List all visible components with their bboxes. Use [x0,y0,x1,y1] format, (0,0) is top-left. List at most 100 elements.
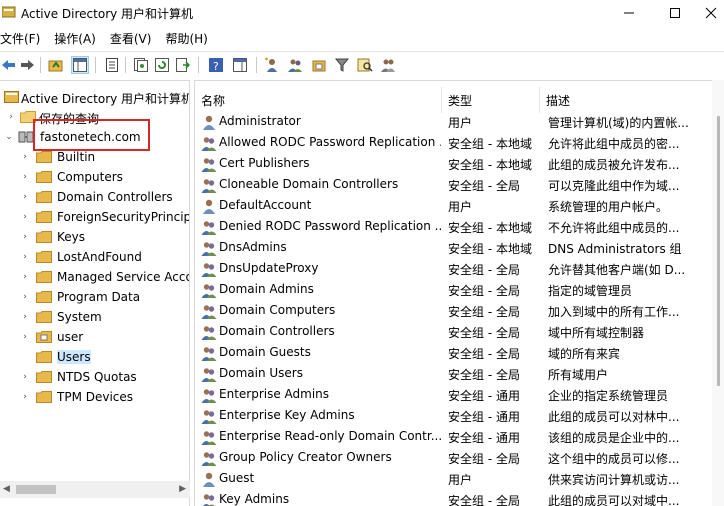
expand-arrow-icon[interactable]: › [20,231,30,243]
list-item[interactable]: Enterprise Read-only Domain Contr... 安全组 … [195,426,724,447]
new-group-button[interactable] [286,56,304,74]
expand-arrow-icon[interactable]: › [20,311,30,323]
tree-item-domain-controllers[interactable]: › Domain Controllers [0,187,189,207]
list-item-name: Domain Controllers [219,324,335,338]
list-item[interactable]: Domain Admins 安全组 - 全局 指定的域管理员 [195,279,724,300]
expand-arrow-icon[interactable]: › [20,211,30,223]
help-icon: ? [209,58,223,72]
list-item[interactable]: Enterprise Admins 安全组 - 通用 企业的指定系统管理员 [195,384,724,405]
tree-item-ntds-quotas[interactable]: › NTDS Quotas [0,367,189,387]
scroll-left-icon[interactable]: ◀ [3,484,10,494]
app-icon [2,6,16,18]
list-item[interactable]: Domain Users 安全组 - 全局 所有域用户 [195,363,724,384]
folder-icon [36,311,52,323]
menu-view[interactable]: 查看(V) [110,30,152,47]
menu-help[interactable]: 帮助(H) [165,30,207,47]
list-item-type: 安全组 - 本地域 [448,158,532,172]
tree-item-program-data[interactable]: › Program Data [0,287,189,307]
scroll-right-icon[interactable]: ▶ [179,484,186,494]
tree-item-system[interactable]: › System [0,307,189,327]
new-ou-button[interactable] [310,56,328,74]
expand-arrow-icon[interactable] [20,351,30,363]
filter-button[interactable] [333,56,351,74]
list-item-name: Domain Users [219,366,303,380]
maximize-button[interactable] [652,0,698,26]
forward-button[interactable] [18,56,36,74]
add-to-group-button[interactable] [379,56,397,74]
list-item[interactable]: Group Policy Creator Owners 安全组 - 全局 这个组中的… [195,447,724,468]
tree-item-foreignsecurityprincipa[interactable]: › ForeignSecurityPrincipa [0,207,189,227]
expand-arrow-icon[interactable]: › [20,371,30,383]
list-item-name: Allowed RODC Password Replication ... [219,135,441,149]
tree-item-computers[interactable]: › Computers [0,167,189,187]
tree-item-tpm-devices[interactable]: › TPM Devices [0,387,189,407]
expand-arrow-icon[interactable]: › [20,271,30,283]
console-tree-button[interactable] [71,56,89,74]
list-item[interactable]: Domain Controllers 安全组 - 全局 域中所有域控制器 [195,321,724,342]
expand-arrow-icon[interactable]: › [6,111,16,123]
minimize-button[interactable] [606,0,652,26]
folder-icon [36,391,52,403]
expand-arrow-icon[interactable]: › [20,151,30,163]
scroll-thumb[interactable] [717,116,720,386]
group-icon [201,347,217,361]
list-item[interactable]: Key Admins 安全组 - 全局 此组的成员可以对域中... [195,489,724,506]
list-item-name: Denied RODC Password Replication ... [219,219,441,233]
tree-item-users[interactable]: Users [0,347,189,367]
list-item[interactable]: Enterprise Key Admins 安全组 - 通用 此组的成员可以对林中.… [195,405,724,426]
back-button[interactable] [0,56,18,74]
close-button[interactable] [698,0,724,26]
up-folder-button[interactable] [47,56,65,74]
expand-arrow-icon[interactable]: › [20,191,30,203]
tree-item-label: Keys [57,230,86,244]
copy-button[interactable] [132,56,150,74]
list-item-type: 安全组 - 全局 [448,452,520,466]
expand-arrow-icon[interactable]: › [20,391,30,403]
export-button[interactable] [174,56,192,74]
group-icon [201,221,217,235]
list-item[interactable]: Guest 用户 供来宾访问计算机或访... [195,468,724,489]
tree-root[interactable]: Active Directory 用户和计算机 [0,87,189,107]
scroll-thumb[interactable] [16,485,56,494]
tree-item-keys[interactable]: › Keys [0,227,189,247]
list-item[interactable]: DefaultAccount 用户 系统管理的用户帐户。 [195,195,724,216]
find-button[interactable] [356,56,374,74]
list-item[interactable]: Administrator 用户 管理计算机(域)的内置帐... [195,111,724,132]
list-item[interactable]: Cloneable Domain Controllers 安全组 - 全局 可以克隆… [195,174,724,195]
column-header-type[interactable]: 类型 [442,87,540,113]
column-header-name[interactable]: 名称 [195,87,442,113]
export-icon [176,58,190,72]
properties-icon [106,58,118,72]
list-item[interactable]: Allowed RODC Password Replication ... 安全组… [195,132,724,153]
group-icon [201,137,217,151]
menu-file[interactable]: 文件(F) [0,30,40,47]
tree-horizontal-scrollbar[interactable]: ◀ ▶ [0,481,190,498]
new-ou-icon [312,60,326,72]
expand-arrow-icon[interactable]: › [20,331,30,343]
expand-arrow-icon[interactable]: › [20,251,30,263]
properties-button[interactable] [103,56,121,74]
expand-arrow-icon[interactable]: › [20,291,30,303]
column-header-description[interactable]: 描述 [540,87,724,113]
tree-item-lostandfound[interactable]: › LostAndFound [0,247,189,267]
tree-item-label: Program Data [57,290,141,304]
list-item[interactable]: Domain Computers 安全组 - 全局 加入到域中的所有工作... [195,300,724,321]
show-pane-button[interactable] [231,56,249,74]
menu-action[interactable]: 操作(A) [54,30,96,47]
list-item[interactable]: DnsUpdateProxy 安全组 - 全局 允许替其他客户端(如 D... [195,258,724,279]
list-item[interactable]: Cert Publishers 安全组 - 本地域 此组的成员被允许发布... [195,153,724,174]
list-item-name: Enterprise Read-only Domain Contr... [219,429,441,443]
tree-item-managed-service-acco[interactable]: › Managed Service Acco [0,267,189,287]
user-icon [203,199,215,214]
list-vertical-scrollbar[interactable] [712,80,724,506]
list-item[interactable]: DnsAdmins 安全组 - 本地域 DNS Administrators 组 [195,237,724,258]
new-user-button[interactable] [263,56,281,74]
expand-arrow-icon[interactable]: › [20,171,30,183]
help-button[interactable]: ? [207,56,225,74]
list-item[interactable]: Domain Guests 安全组 - 全局 域的所有来宾 [195,342,724,363]
refresh-button[interactable] [153,56,171,74]
list-item[interactable]: Denied RODC Password Replication ... 安全组 … [195,216,724,237]
tree-item-user[interactable]: › user [0,327,189,347]
list-item-type: 安全组 - 本地域 [448,242,532,256]
collapse-arrow-icon[interactable]: ⌄ [4,131,14,143]
